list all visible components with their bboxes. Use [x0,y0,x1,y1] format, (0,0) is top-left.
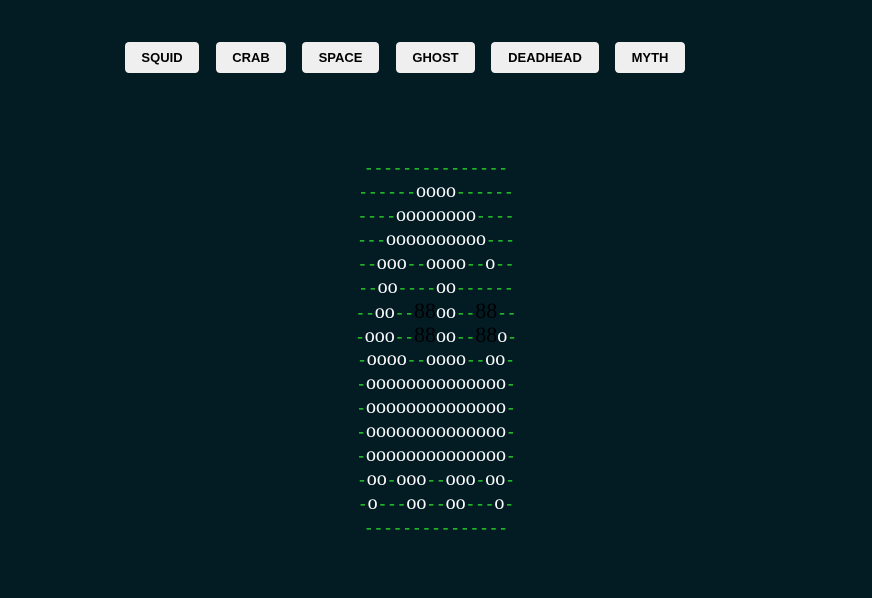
art-line: -oooo--oooo--oo- [357,348,515,370]
art-line: --oo----oo------ [358,276,514,298]
art-line: -oo-ooo--ooo-oo- [357,468,515,490]
art-line: --oo--88oo--88-- [355,298,517,324]
art-line: ----oooooooo---- [357,204,515,226]
art-line: -oooooooooooooo- [356,372,516,394]
art-line: ---oooooooooo--- [357,228,515,250]
art-line: --------------- [363,160,509,178]
art-line: --------------- [363,520,509,538]
art-line: -oooooooooooooo- [356,396,516,418]
space-button[interactable]: SPACE [302,42,379,73]
art-line: -oooooooooooooo- [356,420,516,442]
myth-button[interactable]: MYTH [615,42,685,73]
crab-button[interactable]: CRAB [216,42,286,73]
art-line: -ooo--88oo--88o- [355,322,517,348]
art-line: --ooo--oooo--o-- [357,252,515,274]
ascii-art-display: --------------- ------oooo------ ----ooooo… [0,155,872,539]
ghost-button[interactable]: GHOST [396,42,475,73]
art-line: -oooooooooooooo- [356,444,516,466]
art-line: ------oooo------ [358,180,514,202]
squid-button[interactable]: SQUID [125,42,199,73]
deadhead-button[interactable]: DEADHEAD [491,42,599,73]
art-line: -o---oo--oo---o- [357,492,515,514]
